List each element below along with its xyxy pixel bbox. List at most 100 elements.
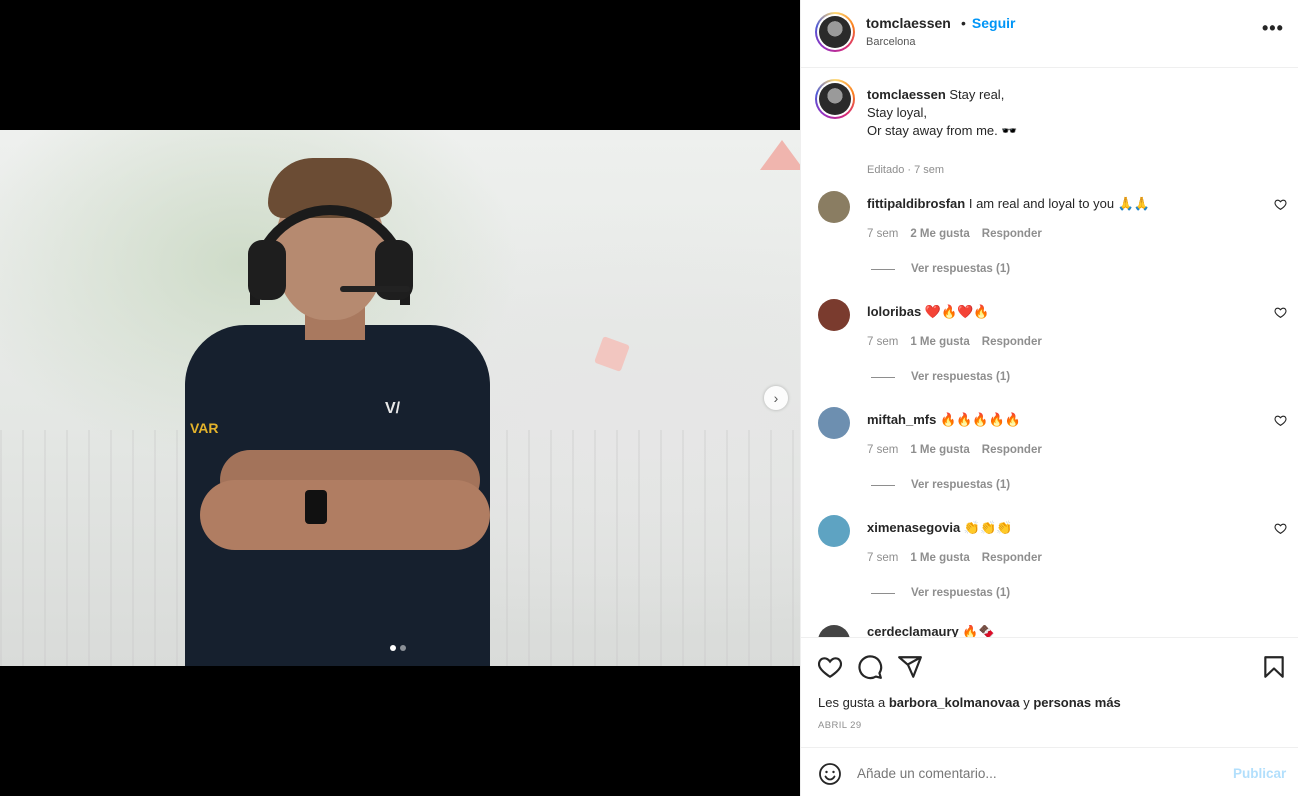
comment-age: 7 sem: [867, 552, 899, 564]
comment-text: miftah_mfs 🔥🔥🔥🔥🔥: [867, 412, 1021, 428]
commenter-username[interactable]: loloribas: [867, 304, 921, 319]
partial-comment: cerdeclamaury 🔥🍫: [818, 625, 1018, 637]
view-replies-button[interactable]: Ver respuestas (1): [871, 587, 1010, 599]
heart-icon[interactable]: [1274, 522, 1287, 535]
reply-button[interactable]: Responder: [982, 336, 1042, 348]
comment-likes[interactable]: 2 Me gusta: [910, 228, 969, 240]
comment-likes[interactable]: 1 Me gusta: [910, 444, 969, 456]
likes-user[interactable]: barbora_kolmanovaa: [889, 695, 1020, 710]
view-replies-button[interactable]: Ver respuestas (1): [871, 263, 1010, 275]
comment-likes[interactable]: 1 Me gusta: [910, 552, 969, 564]
view-replies-label: Ver respuestas (1): [911, 479, 1011, 491]
headset-mic: [340, 286, 410, 292]
carousel-indicator: [390, 645, 406, 651]
heart-icon[interactable]: [817, 654, 843, 680]
comment-text: fittipaldibrosfan I am real and loyal to…: [867, 196, 1150, 212]
post-header: tomclaessen • Seguir Barcelona •••: [801, 0, 1298, 68]
share-icon[interactable]: [897, 654, 923, 680]
commenter-username[interactable]: miftah_mfs: [867, 412, 936, 427]
caption-text: tomclaessen Stay real, Stay loyal, Or st…: [867, 86, 1267, 140]
background-red-shape: [760, 140, 800, 170]
post-media: V/ VAR ›: [0, 0, 800, 796]
chevron-right-icon[interactable]: ›: [764, 386, 788, 410]
post-side-panel: tomclaessen • Seguir Barcelona ••• tomcla…: [800, 0, 1298, 796]
post-photo[interactable]: V/ VAR: [0, 130, 800, 666]
follow-label: Seguir: [971, 15, 1016, 31]
comment-likes[interactable]: 1 Me gusta: [910, 336, 969, 348]
comment-body: I am real and loyal to you 🙏🙏: [968, 196, 1151, 211]
commenter-avatar[interactable]: [818, 515, 850, 547]
more-icon[interactable]: •••: [1262, 18, 1284, 39]
bullet: •: [961, 15, 966, 31]
person-figure: V/ VAR: [180, 150, 500, 666]
reply-button[interactable]: Responder: [982, 228, 1042, 240]
heart-icon[interactable]: [1274, 198, 1287, 211]
reply-button[interactable]: Responder: [982, 552, 1042, 564]
publish-button[interactable]: Publicar: [1233, 766, 1286, 781]
comment-body: 🔥🍫: [962, 625, 995, 637]
post-location[interactable]: Barcelona: [866, 36, 916, 48]
background-red-shape-small: [594, 336, 630, 372]
sleeve-badge: VAR: [190, 420, 219, 436]
comments-list[interactable]: tomclaessen Stay real, Stay loyal, Or st…: [801, 69, 1298, 637]
comment-age: 7 sem: [867, 444, 899, 456]
comment-item: miftah_mfs 🔥🔥🔥🔥🔥 7 sem 1 Me gusta Respon…: [801, 407, 1298, 515]
post-actions-bar: Les gusta a barbora_kolmanovaa y persona…: [801, 637, 1298, 747]
comment-body: 👏👏👏: [963, 520, 1013, 535]
commenter-username[interactable]: cerdeclamaury: [867, 625, 959, 637]
view-replies-button[interactable]: Ver respuestas (1): [871, 479, 1010, 491]
commenter-avatar[interactable]: [818, 625, 850, 637]
comment-text: loloribas ❤️🔥❤️🔥: [867, 304, 990, 320]
commenter-username[interactable]: fittipaldibrosfan: [867, 196, 965, 211]
view-replies-label: Ver respuestas (1): [911, 263, 1011, 275]
commenter-username[interactable]: ximenasegovia: [867, 520, 960, 535]
author-avatar[interactable]: [815, 12, 855, 52]
caption-avatar[interactable]: [815, 79, 855, 119]
likes-mid: y: [1019, 695, 1034, 710]
caption-line-2: Stay loyal,: [867, 105, 927, 120]
replies-dash: [871, 376, 895, 378]
author-username[interactable]: tomclaessen: [866, 15, 951, 31]
caption-author[interactable]: tomclaessen: [867, 87, 946, 102]
comment-age: 7 sem: [867, 228, 899, 240]
view-replies-label: Ver respuestas (1): [911, 371, 1011, 383]
view-replies-button[interactable]: Ver respuestas (1): [871, 371, 1010, 383]
comment-actions: 7 sem 1 Me gusta Responder: [867, 552, 1042, 564]
comment-body: 🔥🔥🔥🔥🔥: [939, 412, 1021, 427]
caption-meta: Editado · 7 sem: [867, 164, 945, 176]
comment-actions: 7 sem 1 Me gusta Responder: [867, 336, 1042, 348]
comment-age: 7 sem: [867, 336, 899, 348]
view-replies-label: Ver respuestas (1): [911, 587, 1011, 599]
comment-actions: 7 sem 1 Me gusta Responder: [867, 444, 1042, 456]
comment-item: fittipaldibrosfan I am real and loyal to…: [801, 191, 1298, 299]
headset-ear-left: [248, 240, 286, 300]
follow-button[interactable]: • Seguir: [961, 15, 1015, 31]
post-date[interactable]: ABRIL 29: [818, 720, 862, 731]
comment-item: loloribas ❤️🔥❤️🔥 7 sem 1 Me gusta Respon…: [801, 299, 1298, 407]
commenter-avatar[interactable]: [818, 191, 850, 223]
heart-icon[interactable]: [1274, 306, 1287, 319]
caption-line-3: Or stay away from me. 🕶️: [867, 123, 1018, 138]
comment-actions: 7 sem 2 Me gusta Responder: [867, 228, 1042, 240]
comment-input[interactable]: [857, 762, 1217, 784]
comment-item: ximenasegovia 👏👏👏 7 sem 1 Me gusta Respo…: [801, 515, 1298, 623]
comment-text: ximenasegovia 👏👏👏: [867, 520, 1012, 536]
carousel-dot: [400, 645, 406, 651]
likes-others[interactable]: personas más: [1033, 695, 1120, 710]
bookmark-icon[interactable]: [1261, 654, 1287, 680]
commenter-avatar[interactable]: [818, 407, 850, 439]
comment-form: Publicar: [801, 747, 1298, 796]
replies-dash: [871, 484, 895, 486]
caption-line-1: Stay real,: [949, 87, 1005, 102]
emoji-icon[interactable]: [818, 762, 842, 786]
crossed-arm-front: [200, 480, 490, 550]
comment-body: ❤️🔥❤️🔥: [924, 304, 990, 319]
reply-button[interactable]: Responder: [982, 444, 1042, 456]
shirt-logo: V/: [385, 400, 401, 417]
comment-icon[interactable]: [857, 654, 883, 680]
replies-dash: [871, 592, 895, 594]
replies-dash: [871, 268, 895, 270]
heart-icon[interactable]: [1274, 414, 1287, 427]
commenter-avatar[interactable]: [818, 299, 850, 331]
likes-prefix: Les gusta a: [818, 695, 889, 710]
